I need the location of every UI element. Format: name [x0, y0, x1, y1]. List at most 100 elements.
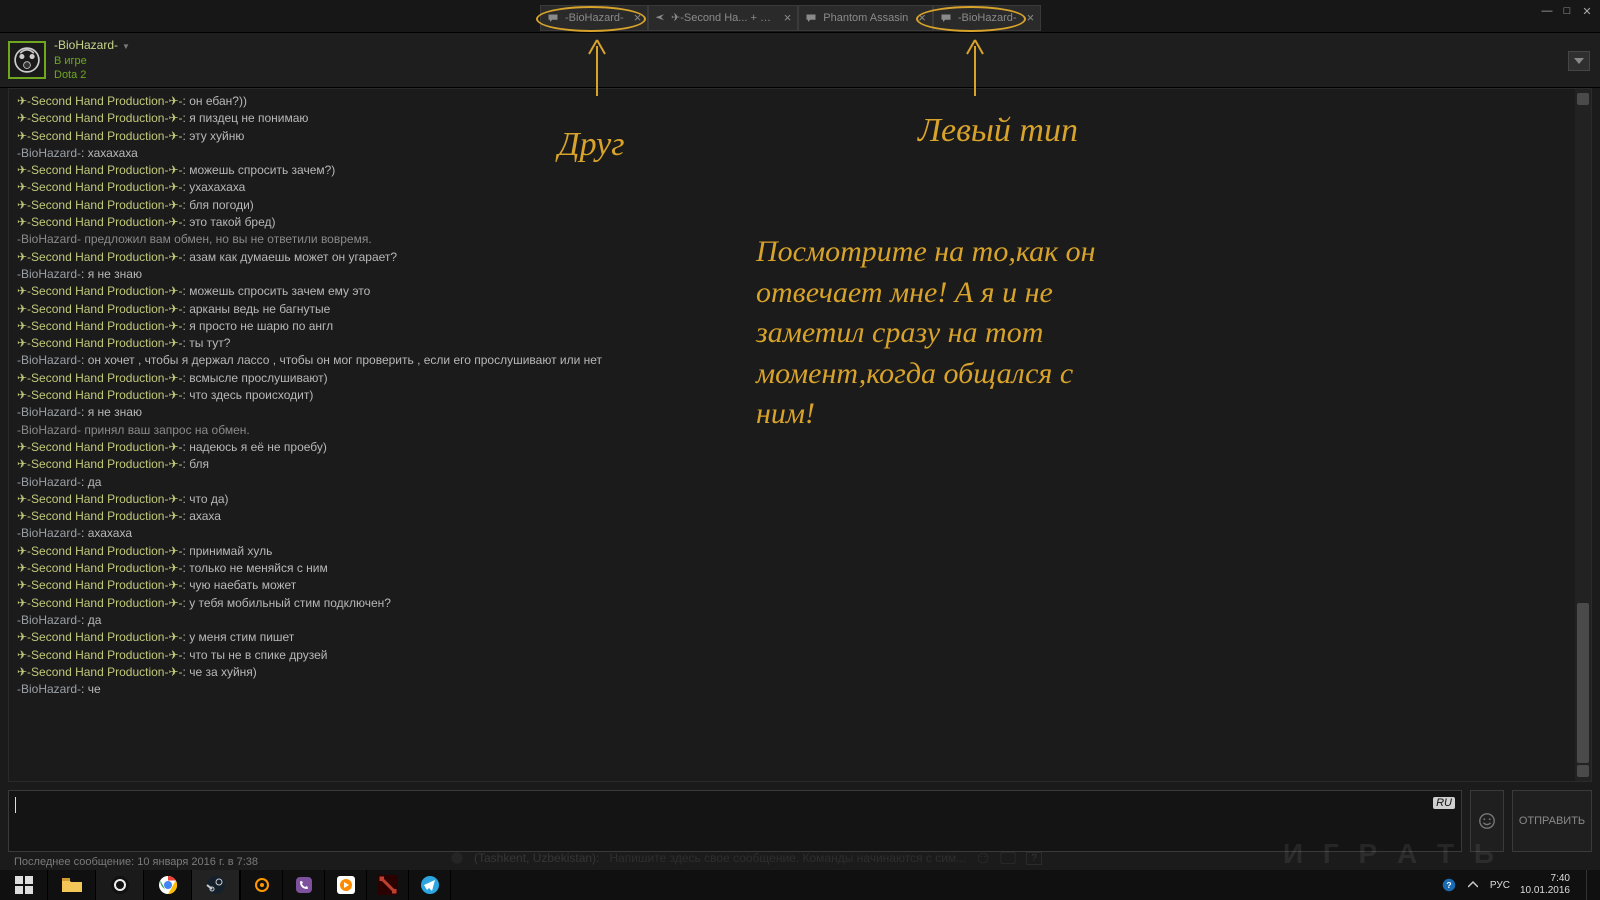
taskbar-mediaplayer[interactable]: [325, 870, 367, 900]
minimize-button[interactable]: —: [1540, 4, 1554, 18]
chat-text: я просто не шарю по англ: [189, 319, 333, 333]
chat-text: что здесь происходит): [189, 388, 313, 402]
chat-text: он ебан?)): [189, 94, 247, 108]
chat-text: бля: [189, 457, 209, 471]
chat-line: ✈-Second Hand Production-✈-: я пиздец не…: [17, 110, 1571, 127]
chat-text: эту хуйню: [189, 129, 244, 143]
scrollbar-up[interactable]: [1577, 93, 1589, 105]
contact-status: В игре: [54, 54, 130, 68]
chat-line: ✈-Second Hand Production-✈-: че за хуйня…: [17, 664, 1571, 681]
chat-line: ✈-Second Hand Production-✈-: только не м…: [17, 560, 1571, 577]
chat-text: надеюсь я её не проебу): [189, 440, 327, 454]
chat-line: -BioHazard- принял ваш запрос на обмен.: [17, 422, 1571, 439]
close-icon[interactable]: ×: [1027, 10, 1035, 25]
chat-log: ✈-Second Hand Production-✈-: он ебан?))✈…: [9, 89, 1591, 702]
taskbar-dota[interactable]: [367, 870, 409, 900]
tray-chevron-icon[interactable]: [1466, 878, 1480, 892]
chat-author: ✈-Second Hand Production-✈-: [17, 440, 183, 454]
chat-system-text: -BioHazard- принял ваш запрос на обмен.: [17, 423, 250, 437]
chat-tab-biohazard-1[interactable]: -BioHazard- ×: [540, 5, 648, 31]
chat-author: -BioHazard-: [17, 146, 81, 160]
chat-text: что ты не в спике друзей: [189, 648, 327, 662]
chat-text: азам как думаешь может он угарает?: [189, 250, 397, 264]
header-menu-button[interactable]: [1568, 51, 1590, 71]
show-desktop-button[interactable]: [1586, 870, 1594, 900]
ghost-placeholder: Напишите здесь свое сообщение. Команды н…: [609, 851, 966, 865]
chat-author: ✈-Second Hand Production-✈-: [17, 111, 183, 125]
chat-author: ✈-Second Hand Production-✈-: [17, 336, 183, 350]
chat-body: ✈-Second Hand Production-✈-: он ебан?))✈…: [8, 88, 1592, 782]
maximize-button[interactable]: □: [1560, 4, 1574, 18]
chat-line: ✈-Second Hand Production-✈-: бля: [17, 456, 1571, 473]
chat-line: ✈-Second Hand Production-✈-: я просто не…: [17, 318, 1571, 335]
taskbar-telegram[interactable]: [409, 870, 451, 900]
taskbar-viber[interactable]: [283, 870, 325, 900]
chat-author: ✈-Second Hand Production-✈-: [17, 630, 183, 644]
chat-text: да: [88, 475, 102, 489]
chat-line: -BioHazard-: хахахаха: [17, 145, 1571, 162]
chat-line: -BioHazard-: я не знаю: [17, 404, 1571, 421]
chat-text: че: [88, 682, 101, 696]
chat-line: -BioHazard-: че: [17, 681, 1571, 698]
scrollbar-down[interactable]: [1577, 765, 1589, 777]
chat-author: ✈-Second Hand Production-✈-: [17, 509, 183, 523]
chat-text: бля погоди): [189, 198, 254, 212]
chat-text: я пиздец не понимаю: [189, 111, 308, 125]
contact-name[interactable]: -BioHazard-▼: [54, 38, 130, 54]
chat-line: ✈-Second Hand Production-✈-: ты тут?: [17, 335, 1571, 352]
start-button[interactable]: [0, 870, 48, 900]
chat-author: ✈-Second Hand Production-✈-: [17, 648, 183, 662]
chat-author: ✈-Second Hand Production-✈-: [17, 319, 183, 333]
taskbar-aimp[interactable]: [241, 870, 283, 900]
tab-label: -BioHazard-: [565, 12, 624, 24]
chat-text: это такой бред): [189, 215, 275, 229]
chat-author: ✈-Second Hand Production-✈-: [17, 492, 183, 506]
tray-time: 7:40: [1520, 873, 1570, 885]
chat-line: ✈-Second Hand Production-✈-: эту хуйню: [17, 128, 1571, 145]
taskbar-steam[interactable]: [192, 870, 240, 900]
chat-line: ✈-Second Hand Production-✈-: что да): [17, 491, 1571, 508]
chat-tab-secondhand[interactable]: ✈-Second Ha... + Phant... ×: [648, 5, 798, 31]
tray-help-icon[interactable]: ?: [1442, 878, 1456, 892]
scrollbar-track[interactable]: [1575, 89, 1591, 781]
taskbar-obs[interactable]: [96, 870, 144, 900]
background-play-ghost: И Г Р А Т Ь: [1283, 838, 1500, 870]
chat-text: только не меняйся с ним: [189, 561, 328, 575]
close-icon[interactable]: ×: [634, 10, 642, 25]
taskbar-explorer[interactable]: [48, 870, 96, 900]
chat-input[interactable]: RU: [8, 790, 1462, 852]
chat-icon: [805, 13, 817, 23]
chat-text: я не знаю: [88, 405, 142, 419]
chat-author: ✈-Second Hand Production-✈-: [17, 665, 183, 679]
chat-line: ✈-Second Hand Production-✈-: всмысле про…: [17, 370, 1571, 387]
chat-author: ✈-Second Hand Production-✈-: [17, 388, 183, 402]
chat-tab-biohazard-2[interactable]: -BioHazard- ×: [933, 5, 1041, 31]
scrollbar-thumb[interactable]: [1577, 603, 1589, 763]
chat-text: у тебя мобильный стим подключен?: [189, 596, 391, 610]
chat-tab-phantom[interactable]: Phantom Assasin ×: [798, 5, 933, 31]
chat-text: можешь спросить зачем?): [189, 163, 335, 177]
chat-author: -BioHazard-: [17, 682, 81, 696]
chat-text: ахаха: [189, 509, 221, 523]
chat-line: ✈-Second Hand Production-✈-: у тебя моби…: [17, 595, 1571, 612]
close-button[interactable]: ✕: [1580, 4, 1594, 18]
chat-author: ✈-Second Hand Production-✈-: [17, 457, 183, 471]
avatar[interactable]: [8, 41, 46, 79]
close-icon[interactable]: ×: [918, 10, 926, 25]
chat-text: у меня стим пишет: [189, 630, 294, 644]
contact-game: Dota 2: [54, 68, 130, 82]
chat-line: -BioHazard-: ахахаха: [17, 525, 1571, 542]
chat-line: ✈-Second Hand Production-✈-: ахаха: [17, 508, 1571, 525]
tray-clock[interactable]: 7:40 10.01.2016: [1520, 873, 1576, 897]
close-icon[interactable]: ×: [784, 10, 792, 25]
chat-author: ✈-Second Hand Production-✈-: [17, 302, 183, 316]
chat-author: -BioHazard-: [17, 526, 81, 540]
tray-language[interactable]: РУС: [1490, 880, 1510, 891]
plane-icon: [655, 13, 665, 23]
contact-name-text: -BioHazard-: [54, 38, 118, 52]
send-button[interactable]: ОТПРАВИТЬ: [1512, 790, 1592, 852]
taskbar-tray: ? РУС 7:40 10.01.2016: [1442, 870, 1600, 900]
chat-line: ✈-Second Hand Production-✈-: ухахахаха: [17, 179, 1571, 196]
taskbar-chrome[interactable]: [144, 870, 192, 900]
chat-author: ✈-Second Hand Production-✈-: [17, 215, 183, 229]
